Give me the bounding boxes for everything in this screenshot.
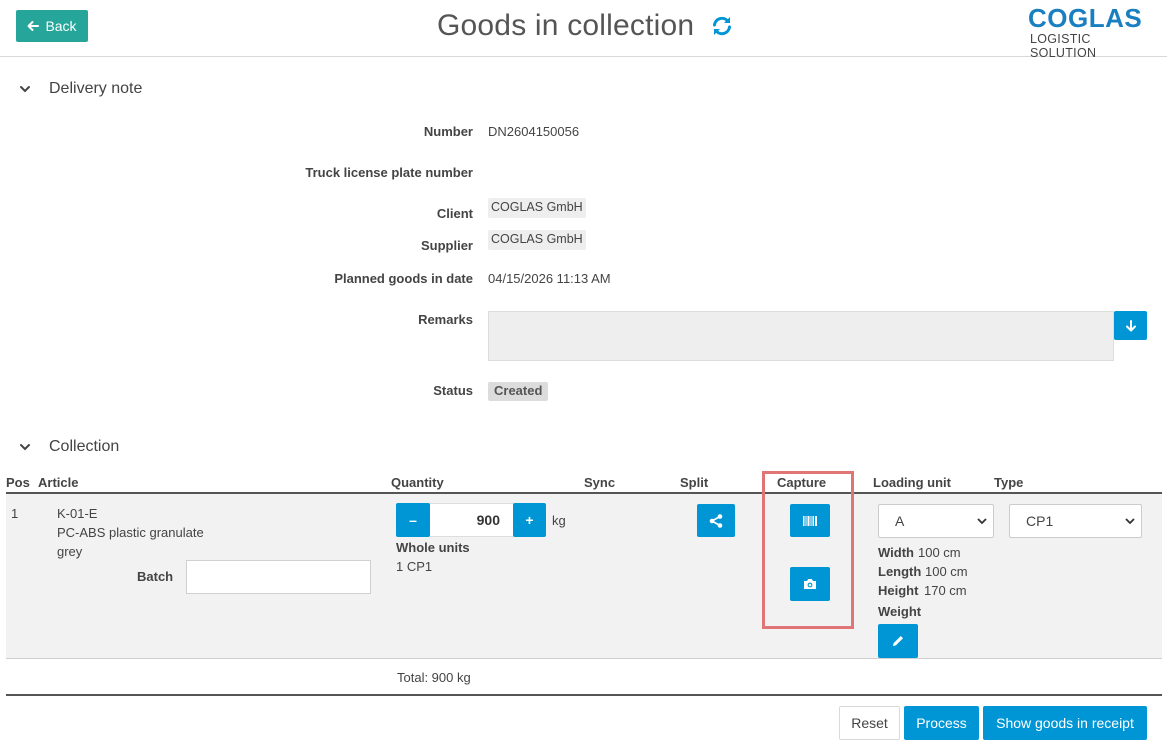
delivery-note-title: Delivery note xyxy=(49,80,143,97)
supplier-value: COGLAS GmbH xyxy=(488,230,586,250)
column-sync: Sync xyxy=(584,475,616,490)
remarks-expand-button[interactable] xyxy=(1114,311,1147,340)
capture-highlight-box xyxy=(762,471,854,629)
logo-sub-text: LOGISTIC SOLUTION xyxy=(1030,32,1097,60)
batch-input[interactable] xyxy=(186,560,371,594)
share-icon xyxy=(709,513,723,528)
arrow-down-icon xyxy=(1125,319,1136,331)
whole-units-label: Whole units xyxy=(396,540,470,555)
column-quantity: Quantity xyxy=(391,475,444,490)
back-button[interactable]: Back xyxy=(16,10,88,42)
row-pos: 1 xyxy=(11,506,19,521)
chevron-down-icon xyxy=(1125,518,1135,525)
coglas-logo: COGLAS LOGISTIC SOLUTION xyxy=(1028,4,1152,60)
back-label: Back xyxy=(45,18,77,34)
length-value: 100 cm xyxy=(925,564,968,579)
pencil-icon xyxy=(893,636,903,646)
page-title: Goods in collection xyxy=(437,9,695,42)
article-color: grey xyxy=(57,544,83,559)
length-label: Length xyxy=(878,564,922,579)
whole-units-value: 1 CP1 xyxy=(396,559,433,574)
client-value: COGLAS GmbH xyxy=(488,198,586,218)
refresh-icon[interactable] xyxy=(710,14,734,38)
reset-button[interactable]: Reset xyxy=(839,706,900,740)
planned-date-value: 04/15/2026 11:13 AM xyxy=(488,271,611,286)
total-value: Total: 900 kg xyxy=(397,670,471,685)
width-value: 100 cm xyxy=(918,545,961,560)
process-button[interactable]: Process xyxy=(904,706,979,740)
height-label: Height xyxy=(878,583,919,598)
status-label: Status xyxy=(433,383,473,398)
planned-date-label: Planned goods in date xyxy=(334,271,473,286)
quantity-plus-button[interactable]: + xyxy=(513,503,546,537)
article-description: PC-ABS plastic granulate xyxy=(57,525,204,540)
supplier-label: Supplier xyxy=(420,238,473,253)
quantity-input[interactable]: 900 xyxy=(430,503,513,537)
edit-weight-button[interactable] xyxy=(878,624,918,658)
article-code: K-01-E xyxy=(57,506,98,521)
chevron-down-icon xyxy=(20,444,30,451)
split-button[interactable] xyxy=(697,504,735,537)
number-label: Number xyxy=(423,124,473,139)
arrow-left-icon xyxy=(27,21,40,31)
chevron-down-icon xyxy=(977,518,987,525)
column-split: Split xyxy=(680,475,709,490)
type-value: CP1 xyxy=(1026,513,1054,529)
remarks-field[interactable] xyxy=(488,311,1114,361)
height-value: 170 cm xyxy=(924,583,967,598)
truck-plate-label: Truck license plate number xyxy=(305,165,473,180)
logo-main-text: COGLAS xyxy=(1028,3,1143,33)
column-pos: Pos xyxy=(6,475,30,490)
remarks-label: Remarks xyxy=(418,312,473,327)
column-type: Type xyxy=(994,475,1024,490)
quantity-unit: kg xyxy=(552,513,566,528)
type-select[interactable]: CP1 xyxy=(1009,504,1142,538)
batch-label: Batch xyxy=(137,569,174,584)
weight-label: Weight xyxy=(878,604,922,619)
loading-unit-select[interactable]: A xyxy=(878,504,994,538)
chevron-down-icon xyxy=(20,86,30,93)
loading-unit-value: A xyxy=(895,513,905,529)
status-badge: Created xyxy=(488,382,549,401)
number-value: DN2604150056 xyxy=(488,124,580,139)
collection-toggle[interactable]: Collection xyxy=(18,438,119,456)
width-label: Width xyxy=(878,545,914,560)
column-loading-unit: Loading unit xyxy=(873,475,951,490)
quantity-minus-button[interactable]: – xyxy=(396,503,430,537)
delivery-note-toggle[interactable]: Delivery note xyxy=(18,80,142,98)
column-article: Article xyxy=(38,475,79,490)
show-goods-in-receipt-button[interactable]: Show goods in receipt xyxy=(983,706,1147,740)
client-label: Client xyxy=(436,206,473,221)
app-header: Back Goods in collection COGLAS LOGISTIC… xyxy=(0,0,1167,60)
collection-title: Collection xyxy=(49,438,120,455)
table-footer-divider xyxy=(6,694,1162,696)
